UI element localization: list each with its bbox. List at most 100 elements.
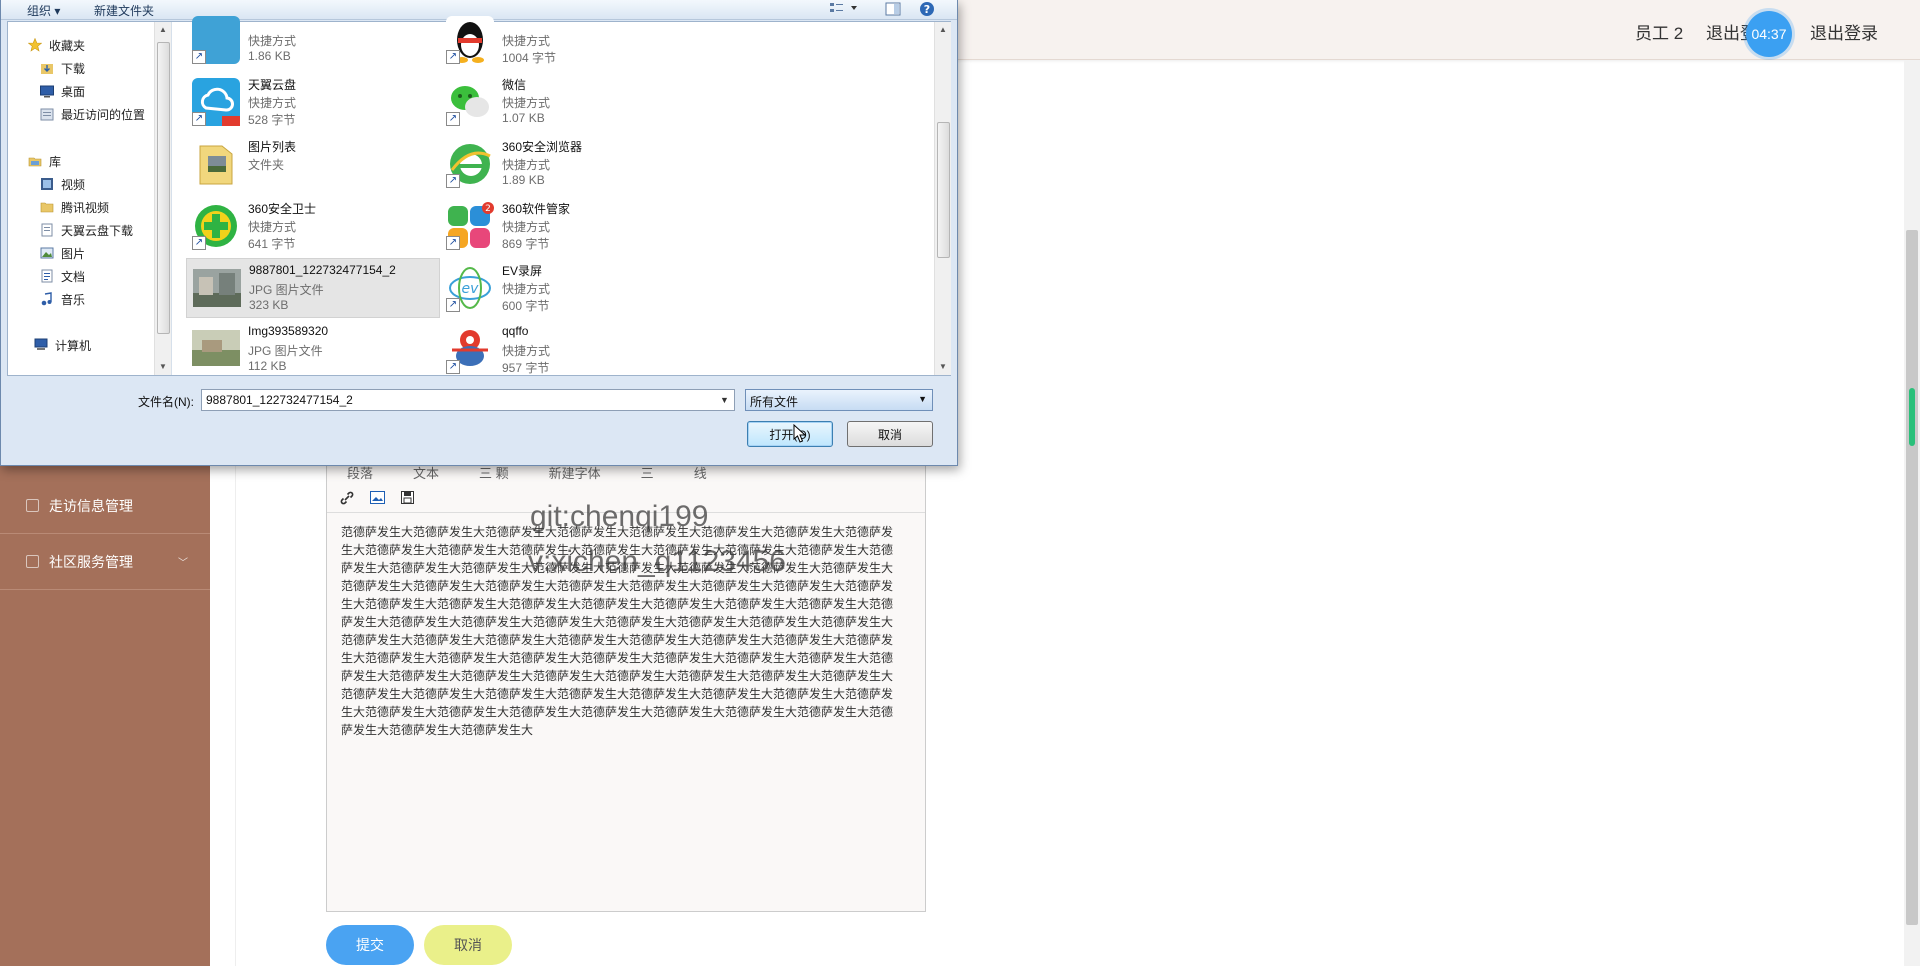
editor-content[interactable]: 范德萨发生大范德萨发生大范德萨发生大范德萨发生大范德萨发生大范德萨发生大范德萨发… — [341, 523, 903, 739]
file-item[interactable]: 2 ↗ 360软件管家 快捷方式 869 字节 — [440, 196, 694, 256]
file-item[interactable]: ↗ 360安全浏览器 快捷方式 1.89 KB — [440, 134, 694, 194]
shortcut-arrow-icon: ↗ — [446, 50, 460, 64]
filename-input[interactable]: 9887801_122732477154_2 — [201, 389, 735, 411]
file-list-scrollbar-thumb[interactable] — [937, 122, 950, 258]
nav-scrollbar[interactable]: ▲ ▼ — [154, 22, 171, 375]
file-item-selected[interactable]: 9887801_122732477154_2 JPG 图片文件 323 KB — [186, 258, 440, 318]
nav-desktop[interactable]: 桌面 — [40, 81, 85, 101]
file-list-scrollbar[interactable]: ▲ ▼ — [934, 22, 951, 375]
pictures-library-icon — [40, 246, 56, 260]
nav-pictures[interactable]: 图片 — [40, 243, 85, 263]
image-thumbnail — [192, 330, 240, 366]
security-guard-icon: ↗ — [192, 202, 240, 250]
nav-label: 音乐 — [61, 292, 86, 307]
file-item[interactable]: ev ↗ EV录屏 快捷方式 600 字节 — [440, 258, 694, 318]
nav-videos[interactable]: 视频 — [40, 174, 85, 194]
image-icon[interactable] — [369, 490, 385, 506]
file-item[interactable]: ↗ 快捷方式 1.86 KB — [186, 10, 440, 70]
mouse-cursor-icon — [793, 424, 807, 443]
download-folder-icon — [40, 61, 56, 75]
sidebar-item-community-service[interactable]: 社区服务管理 ﹀ — [0, 534, 210, 590]
video-library-icon — [40, 177, 56, 191]
nav-label: 下载 — [61, 61, 86, 76]
menu-square-icon — [26, 499, 39, 512]
nav-tencent-video[interactable]: 腾讯视频 — [40, 197, 109, 217]
file-item[interactable]: ↗ qqffo 快捷方式 957 字节 — [440, 320, 694, 380]
submit-button[interactable]: 提交 — [326, 925, 414, 965]
nav-tianyi-downloads[interactable]: 天翼云盘下载 — [40, 220, 133, 240]
file-item[interactable]: 图片列表 文件夹 — [186, 134, 440, 194]
nav-label: 库 — [49, 154, 62, 169]
file-type: 快捷方式 — [502, 158, 551, 172]
new-folder-button[interactable]: 新建文件夹 — [94, 2, 154, 19]
shortcut-arrow-icon: ↗ — [446, 360, 460, 374]
file-name: 360安全浏览器 — [502, 140, 583, 154]
cancel-button[interactable]: 取消 — [424, 925, 512, 965]
filename-label: 文件名(N): — [138, 395, 194, 409]
documents-library-icon — [40, 269, 56, 283]
file-name: qqffo — [502, 324, 529, 338]
nav-documents[interactable]: 文档 — [40, 266, 85, 286]
link-icon[interactable] — [339, 490, 355, 506]
nav-label: 天翼云盘下载 — [61, 223, 134, 238]
file-name: 9887801_122732477154_2 — [249, 263, 396, 277]
nav-recent[interactable]: 最近访问的位置 — [40, 104, 145, 124]
file-size: 641 字节 — [248, 237, 296, 251]
filetype-select[interactable]: 所有文件 ▼ — [745, 389, 933, 411]
file-name: 微信 — [502, 78, 527, 92]
file-item[interactable]: ↗ 微信 快捷方式 1.07 KB — [440, 72, 694, 132]
file-size: 1.89 KB — [502, 173, 545, 187]
cloud-drive-icon: ↗ — [192, 78, 240, 126]
file-name: EV录屏 — [502, 264, 543, 278]
help-icon[interactable]: ? — [919, 1, 935, 20]
svg-text:ev: ev — [462, 281, 480, 297]
file-list: ↗ 快捷方式 1.86 KB ↗ 快捷方式 1004 字节 ↗ 天翼云盘 快捷方… — [176, 16, 930, 375]
recent-places-icon — [40, 107, 56, 121]
save-icon[interactable] — [399, 490, 415, 506]
file-name: 天翼云盘 — [248, 78, 297, 92]
qq-penguin-icon: ↗ — [446, 16, 494, 64]
file-size: 528 字节 — [248, 113, 296, 127]
file-name: 图片列表 — [248, 140, 297, 154]
page-scrollbar-thumb[interactable] — [1906, 230, 1918, 925]
file-item[interactable]: Img393589320 JPG 图片文件 112 KB — [186, 320, 440, 380]
file-size: 869 字节 — [502, 237, 550, 251]
file-type: 快捷方式 — [248, 96, 297, 110]
file-type: 快捷方式 — [502, 282, 551, 296]
scroll-down-arrow-icon[interactable]: ▼ — [939, 362, 947, 371]
shortcut-arrow-icon: ↗ — [192, 50, 206, 64]
svg-text:?: ? — [924, 3, 930, 16]
filename-dropdown-icon[interactable]: ▼ — [715, 390, 734, 410]
rich-text-editor[interactable]: 段落 文本 三 颗 新建字体 三 线 范德萨发生大范德萨发生大范德萨发生大范德萨… — [326, 460, 926, 912]
nav-label: 收藏夹 — [49, 38, 86, 53]
sidebar-item-label: 走访信息管理 — [49, 497, 133, 514]
organize-button[interactable]: 组织 ▾ — [27, 2, 60, 19]
nav-favorites[interactable]: 收藏夹 — [27, 35, 86, 55]
scroll-indicator — [1909, 388, 1915, 446]
star-icon — [27, 37, 44, 52]
scroll-down-arrow-icon[interactable]: ▼ — [159, 362, 167, 371]
file-size: 600 字节 — [502, 299, 550, 313]
nav-libraries[interactable]: 库 — [28, 151, 61, 171]
file-name: Img393589320 — [248, 324, 329, 338]
nav-computer[interactable]: 计算机 — [34, 335, 91, 355]
nav-downloads[interactable]: 下载 — [40, 58, 85, 78]
recording-timer: 04:37 — [1746, 11, 1792, 57]
logout-link[interactable]: 退出登录 — [1810, 19, 1878, 44]
nav-music[interactable]: 音乐 — [40, 289, 85, 309]
file-item[interactable]: ↗ 天翼云盘 快捷方式 528 字节 — [186, 72, 440, 132]
sidebar-item-visit-info[interactable]: 走访信息管理 — [0, 478, 210, 534]
file-size: 112 KB — [248, 359, 287, 373]
chevron-down-icon: ▼ — [918, 394, 927, 404]
qqffo-icon: ↗ — [446, 326, 494, 374]
library-icon — [28, 154, 44, 168]
dialog-cancel-button[interactable]: 取消 — [847, 421, 933, 447]
scroll-up-arrow-icon[interactable]: ▲ — [159, 25, 167, 34]
preview-pane-icon[interactable] — [885, 1, 901, 20]
file-item[interactable]: ↗ 360安全卫士 快捷方式 641 字节 — [186, 196, 440, 256]
nav-scrollbar-thumb[interactable] — [157, 42, 170, 334]
scroll-up-arrow-icon[interactable]: ▲ — [939, 25, 947, 34]
file-item[interactable]: ↗ 快捷方式 1004 字节 — [440, 10, 694, 70]
view-options-icon[interactable] — [829, 1, 859, 18]
open-button[interactable]: 打开(O) — [747, 421, 833, 447]
